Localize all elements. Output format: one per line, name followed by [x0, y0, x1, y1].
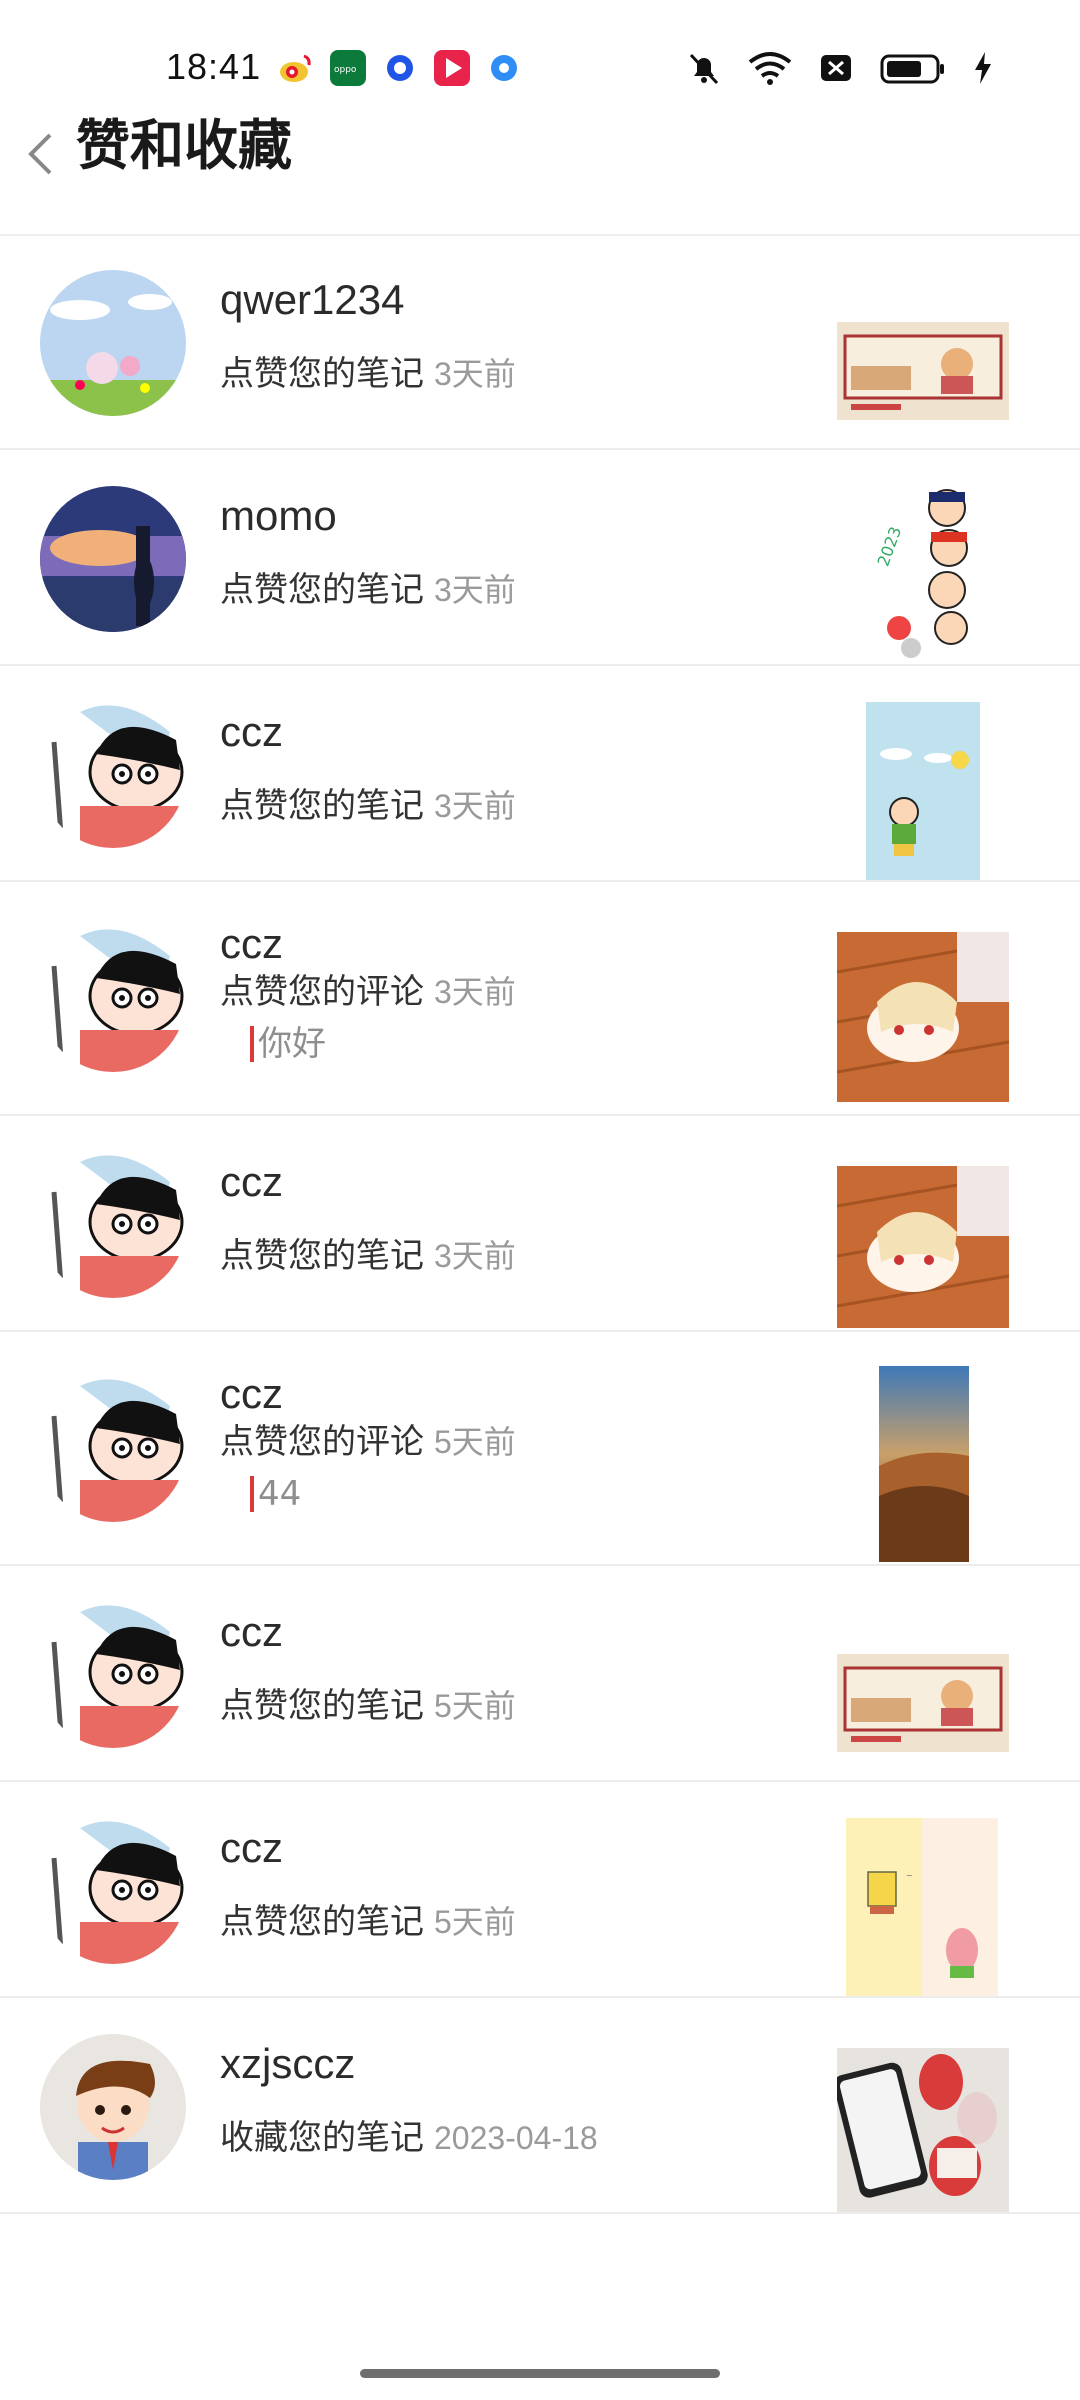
- note-thumbnail[interactable]: ~: [846, 1818, 998, 1996]
- avatar[interactable]: [40, 1602, 186, 1748]
- action-line: 点赞您的笔记 3天前: [220, 562, 516, 611]
- list-item[interactable]: ccz 点赞您的评论 5天前 44: [0, 1332, 1080, 1566]
- action-text: 点赞您的笔记: [220, 354, 424, 394]
- comment-quote[interactable]: 44: [250, 1476, 301, 1512]
- status-time: 18:41: [166, 46, 262, 87]
- username[interactable]: qwer1234: [220, 276, 404, 324]
- username[interactable]: ccz: [220, 708, 283, 756]
- svg-text:oppo: oppo: [334, 65, 357, 75]
- avatar[interactable]: [40, 926, 186, 1072]
- action-text: 点赞您的笔记: [220, 786, 424, 826]
- battery-icon: [880, 54, 944, 84]
- time-ago: 3天前: [434, 974, 516, 1010]
- comment-quote[interactable]: 你好: [250, 1026, 326, 1062]
- back-button[interactable]: [12, 116, 68, 192]
- list-item[interactable]: ccz 点赞您的笔记 3天前: [0, 666, 1080, 882]
- username[interactable]: xzjsccz: [220, 2040, 355, 2088]
- action-line: 收藏您的笔记 2023-04-18: [220, 2110, 598, 2159]
- action-line: 点赞您的笔记 5天前: [220, 1894, 516, 1943]
- action-text: 点赞您的笔记: [220, 1686, 424, 1726]
- avatar[interactable]: [40, 1818, 186, 1964]
- time-ago: 2023-04-18: [434, 2120, 598, 2156]
- notification-icons: oppo: [278, 50, 522, 86]
- mute-bell-icon: [689, 53, 719, 85]
- action-text: 点赞您的评论: [220, 1422, 424, 1462]
- chevron-left-icon: [28, 133, 52, 175]
- note-thumbnail[interactable]: [837, 1654, 1009, 1752]
- notification-list: qwer1234 点赞您的笔记 3天前 momo 点赞您的笔记 3天前 2023…: [0, 234, 1080, 2214]
- note-thumbnail[interactable]: [837, 932, 1009, 1102]
- username[interactable]: ccz: [220, 1370, 283, 1418]
- list-item[interactable]: xzjsccz 收藏您的笔记 2023-04-18: [0, 1998, 1080, 2214]
- action-line: 点赞您的笔记 3天前: [220, 778, 516, 827]
- username[interactable]: ccz: [220, 1824, 283, 1872]
- page-title: 赞和收藏: [76, 114, 292, 177]
- note-thumbnail[interactable]: [837, 2048, 1009, 2212]
- note-thumbnail[interactable]: [879, 1366, 969, 1562]
- action-text: 点赞您的笔记: [220, 1236, 424, 1276]
- blue-circle-icon: [382, 50, 418, 86]
- time-ago: 3天前: [434, 788, 516, 824]
- action-text: 点赞您的笔记: [220, 1902, 424, 1942]
- avatar[interactable]: [40, 270, 186, 416]
- username[interactable]: ccz: [220, 1158, 283, 1206]
- list-item[interactable]: ccz 点赞您的评论 3天前 你好: [0, 882, 1080, 1116]
- action-line: 点赞您的笔记 5天前: [220, 1678, 516, 1727]
- action-line: 点赞您的笔记 3天前: [220, 346, 516, 395]
- oppo-icon: oppo: [330, 50, 366, 86]
- note-thumbnail[interactable]: 2023: [877, 488, 973, 664]
- list-item[interactable]: momo 点赞您的笔记 3天前 2023: [0, 450, 1080, 666]
- note-thumbnail[interactable]: [837, 1166, 1009, 1328]
- action-line: 点赞您的笔记 3天前: [220, 1228, 516, 1277]
- avatar[interactable]: [40, 486, 186, 632]
- action-line: 点赞您的评论 5天前: [220, 1414, 516, 1463]
- charging-icon: [975, 52, 991, 84]
- note-thumbnail[interactable]: [837, 322, 1009, 420]
- blue-dot-icon: [486, 50, 522, 86]
- avatar[interactable]: [40, 1152, 186, 1298]
- weibo-icon: [278, 50, 314, 86]
- action-text: 点赞您的评论: [220, 972, 424, 1012]
- sim-off-icon: [821, 55, 851, 81]
- action-text: 点赞您的笔记: [220, 570, 424, 610]
- time-ago: 3天前: [434, 572, 516, 608]
- svg-text:~: ~: [906, 1871, 913, 1880]
- username[interactable]: ccz: [220, 1608, 283, 1656]
- list-item[interactable]: qwer1234 点赞您的笔记 3天前: [0, 234, 1080, 450]
- time-ago: 3天前: [434, 1238, 516, 1274]
- time-ago: 5天前: [434, 1424, 516, 1460]
- username[interactable]: ccz: [220, 920, 283, 968]
- time-ago: 5天前: [434, 1904, 516, 1940]
- avatar[interactable]: [40, 2034, 186, 2180]
- time-ago: 5天前: [434, 1688, 516, 1724]
- home-indicator[interactable]: [360, 2369, 720, 2378]
- list-item[interactable]: ccz 点赞您的笔记 3天前: [0, 1116, 1080, 1332]
- wifi-icon: [748, 52, 792, 85]
- note-thumbnail[interactable]: [866, 702, 980, 880]
- action-text: 收藏您的笔记: [220, 2118, 424, 2158]
- system-status: [686, 50, 994, 86]
- list-item[interactable]: ccz 点赞您的笔记 5天前 ~: [0, 1782, 1080, 1998]
- username[interactable]: momo: [220, 492, 337, 540]
- time-ago: 3天前: [434, 356, 516, 392]
- video-icon: [434, 50, 470, 86]
- avatar[interactable]: [40, 702, 186, 848]
- avatar[interactable]: [40, 1376, 186, 1522]
- list-item[interactable]: ccz 点赞您的笔记 5天前: [0, 1566, 1080, 1782]
- page-header: 赞和收藏: [0, 100, 1080, 236]
- action-line: 点赞您的评论 3天前: [220, 964, 516, 1013]
